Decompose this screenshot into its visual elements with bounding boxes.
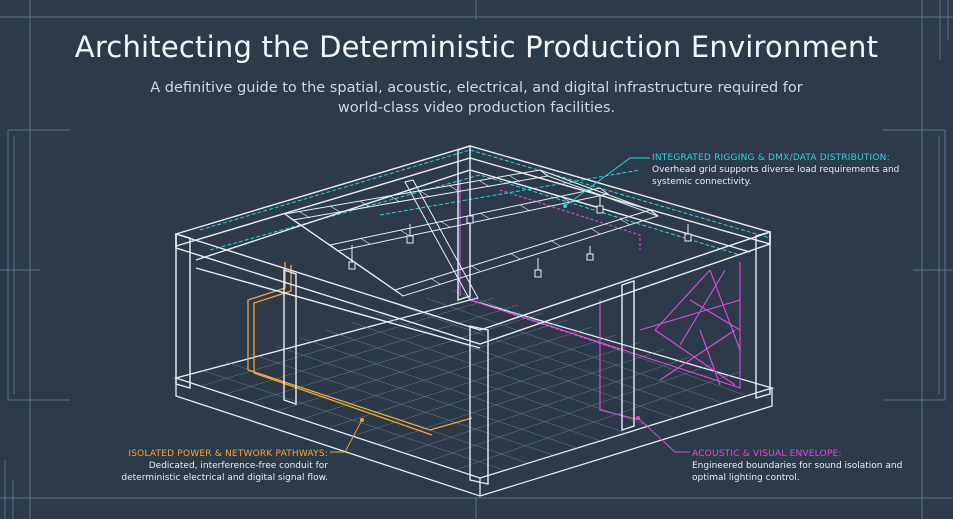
callout-rigging-title: INTEGRATED RIGGING & DMX/DATA DISTRIBUTI… <box>652 153 890 163</box>
callout-rigging: INTEGRATED RIGGING & DMX/DATA DISTRIBUTI… <box>652 152 902 188</box>
callout-power-title: ISOLATED POWER & NETWORK PATHWAYS: <box>128 449 328 459</box>
callout-acoustic-body: Engineered boundaries for sound isolatio… <box>692 461 903 483</box>
lighting-fixtures <box>348 196 692 278</box>
rigging-trusses <box>283 169 660 301</box>
studio-isometric-diagram <box>173 145 775 497</box>
infographic-page: Architecting the Deterministic Productio… <box>0 0 953 519</box>
callout-acoustic-title: ACOUSTIC & VISUAL ENVELOPE: <box>692 449 842 459</box>
callout-acoustic: ACOUSTIC & VISUAL ENVELOPE: Engineered b… <box>692 448 912 484</box>
callout-power: ISOLATED POWER & NETWORK PATHWAYS: Dedic… <box>120 448 328 484</box>
callout-rigging-body: Overhead grid supports diverse load requ… <box>652 165 900 187</box>
callout-power-body: Dedicated, interference-free conduit for… <box>121 461 328 483</box>
